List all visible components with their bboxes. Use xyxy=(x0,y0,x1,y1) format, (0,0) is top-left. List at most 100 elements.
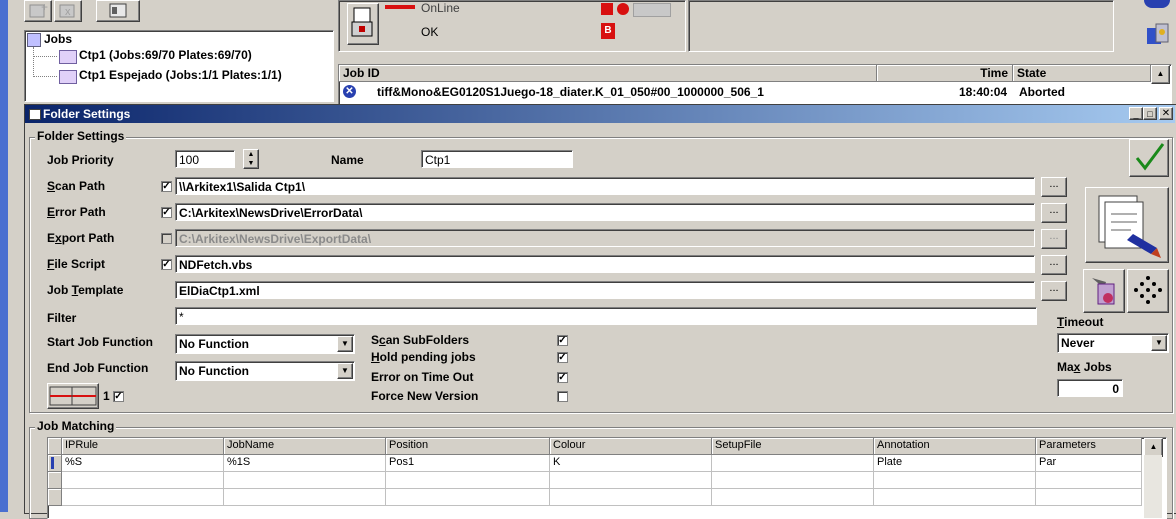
status-red-dot xyxy=(617,3,629,15)
info-icon[interactable] xyxy=(1144,0,1170,8)
scan-path-input[interactable]: \\Arkitex1\Salida Ctp1\ xyxy=(175,177,1035,195)
grid-scrollbar-track[interactable] xyxy=(1144,455,1162,518)
tree-root-label[interactable]: Jobs xyxy=(44,32,72,46)
table-cell[interactable] xyxy=(712,489,874,506)
col-header-position[interactable]: Position xyxy=(386,438,550,455)
counter-checkbox[interactable]: ✓ xyxy=(113,391,124,402)
col-header-state[interactable]: State xyxy=(1013,65,1151,82)
end-job-function-dropdown-arrow[interactable]: ▼ xyxy=(337,363,353,379)
table-cell[interactable] xyxy=(874,472,1036,489)
window-title: Folder Settings xyxy=(43,107,131,121)
export-path-browse-button[interactable]: ... xyxy=(1041,229,1067,249)
properties-icon xyxy=(109,3,127,18)
close-button[interactable]: ✕ xyxy=(1159,107,1173,120)
scan-path-checkbox[interactable]: ✓ xyxy=(161,181,172,192)
documents-button[interactable] xyxy=(1085,187,1169,263)
start-job-function-dropdown-arrow[interactable]: ▼ xyxy=(337,336,353,352)
table-cell[interactable]: %S xyxy=(62,455,224,472)
status-badge: B xyxy=(601,23,615,39)
col-header-setupfile[interactable]: SetupFile xyxy=(712,438,874,455)
tree-item-ctp1-espejado[interactable]: Ctp1 Espejado (Jobs:1/1 Plates:1/1) xyxy=(79,68,282,82)
row-selector[interactable] xyxy=(48,472,62,489)
job-template-browse-button[interactable]: ... xyxy=(1041,281,1067,301)
tree-item-ctp1[interactable]: Ctp1 (Jobs:69/70 Plates:69/70) xyxy=(79,48,252,62)
accept-button[interactable] xyxy=(1129,139,1169,177)
name-input[interactable]: Ctp1 xyxy=(421,150,573,168)
table-cell[interactable] xyxy=(1036,472,1142,489)
table-cell[interactable] xyxy=(1036,489,1142,506)
add-job-button[interactable]: + xyxy=(24,0,52,22)
table-cell[interactable]: K xyxy=(550,455,712,472)
table-cell[interactable]: Par xyxy=(1036,455,1142,472)
remove-job-button[interactable]: x xyxy=(54,0,82,22)
tree-connector-h2 xyxy=(33,76,57,77)
force-new-version-checkbox[interactable] xyxy=(557,391,568,402)
table-cell[interactable] xyxy=(224,472,386,489)
file-script-input[interactable]: NDFetch.vbs xyxy=(175,255,1035,273)
table-cell[interactable] xyxy=(874,489,1036,506)
start-job-function-select[interactable]: No Function ▼ xyxy=(175,334,355,354)
job-id-cell[interactable]: tiff&Mono&EG0120S1Juego-18_diater.K_01_0… xyxy=(377,85,837,99)
col-header-jobname[interactable]: JobName xyxy=(224,438,386,455)
table-cell[interactable] xyxy=(62,472,224,489)
col-header-colour[interactable]: Colour xyxy=(550,438,712,455)
error-path-label: Error Path xyxy=(47,205,106,219)
job-template-input[interactable]: ElDiaCtp1.xml xyxy=(175,281,1035,299)
split-view-button[interactable] xyxy=(47,383,99,409)
error-path-checkbox[interactable]: ✓ xyxy=(161,207,172,218)
properties-button[interactable] xyxy=(96,0,140,22)
scan-subfolders-checkbox[interactable]: ✓ xyxy=(557,335,568,346)
maximize-button[interactable]: □ xyxy=(1143,107,1157,120)
table-cell[interactable] xyxy=(386,489,550,506)
table-cell[interactable] xyxy=(550,472,712,489)
table-cell[interactable]: Plate xyxy=(874,455,1036,472)
error-path-browse-button[interactable]: ... xyxy=(1041,203,1067,223)
error-path-input[interactable]: C:\Arkitex\NewsDrive\ErrorData\ xyxy=(175,203,1035,221)
minimize-button[interactable]: _ xyxy=(1129,107,1143,120)
job-state-cell[interactable]: Aborted xyxy=(1019,85,1065,99)
col-header-parameters[interactable]: Parameters xyxy=(1036,438,1142,455)
table-cell[interactable] xyxy=(550,489,712,506)
hold-pending-jobs-checkbox[interactable]: ✓ xyxy=(557,352,568,363)
svg-text:x: x xyxy=(65,6,71,18)
job-priority-input[interactable]: 100 xyxy=(175,150,235,168)
row-selector[interactable] xyxy=(48,489,62,506)
max-jobs-label: Max Jobs xyxy=(1057,360,1112,374)
filter-input[interactable]: * xyxy=(175,307,1037,325)
table-cell[interactable]: %1S xyxy=(224,455,386,472)
col-header-annotation[interactable]: Annotation xyxy=(874,438,1036,455)
table-cell[interactable]: Pos1 xyxy=(386,455,550,472)
job-time-cell[interactable]: 18:40:04 xyxy=(959,85,1007,99)
timeout-dropdown-arrow[interactable]: ▼ xyxy=(1151,335,1167,351)
documents-icon xyxy=(1098,195,1161,258)
timeout-select[interactable]: Never ▼ xyxy=(1057,333,1169,353)
export-path-input[interactable]: C:\Arkitex\NewsDrive\ExportData\ xyxy=(175,229,1035,247)
max-jobs-input[interactable]: 0 xyxy=(1057,379,1123,397)
scroll-up-button[interactable]: ▲ xyxy=(1151,65,1170,84)
online-indicator xyxy=(385,5,415,9)
title-bar[interactable]: Folder Settings _ □ ✕ xyxy=(25,105,1175,123)
device-button[interactable] xyxy=(347,3,379,45)
file-script-browse-button[interactable]: ... xyxy=(1041,255,1067,275)
start-job-function-label: Start Job Function xyxy=(47,335,153,349)
end-job-function-select[interactable]: No Function ▼ xyxy=(175,361,355,381)
table-cell[interactable] xyxy=(712,472,874,489)
error-on-time-out-checkbox[interactable]: ✓ xyxy=(557,372,568,383)
tree-connector-h1 xyxy=(33,56,57,57)
job-priority-spinner[interactable]: ▲ ▼ xyxy=(243,149,259,169)
security-icon[interactable] xyxy=(1144,20,1170,46)
table-cell[interactable] xyxy=(712,455,874,472)
export-path-checkbox[interactable] xyxy=(161,233,172,244)
col-header-iprule[interactable]: IPRule xyxy=(62,438,224,455)
tools-button[interactable] xyxy=(1083,269,1125,313)
job-priority-label: Job Priority xyxy=(47,153,114,167)
table-cell[interactable] xyxy=(62,489,224,506)
row-selector[interactable] xyxy=(48,455,62,472)
table-cell[interactable] xyxy=(224,489,386,506)
col-header-job-id[interactable]: Job ID xyxy=(339,65,877,82)
col-header-time[interactable]: Time xyxy=(877,65,1013,82)
scan-path-browse-button[interactable]: ... xyxy=(1041,177,1067,197)
table-cell[interactable] xyxy=(386,472,550,489)
dice-button[interactable] xyxy=(1127,269,1169,313)
file-script-checkbox[interactable]: ✓ xyxy=(161,259,172,270)
